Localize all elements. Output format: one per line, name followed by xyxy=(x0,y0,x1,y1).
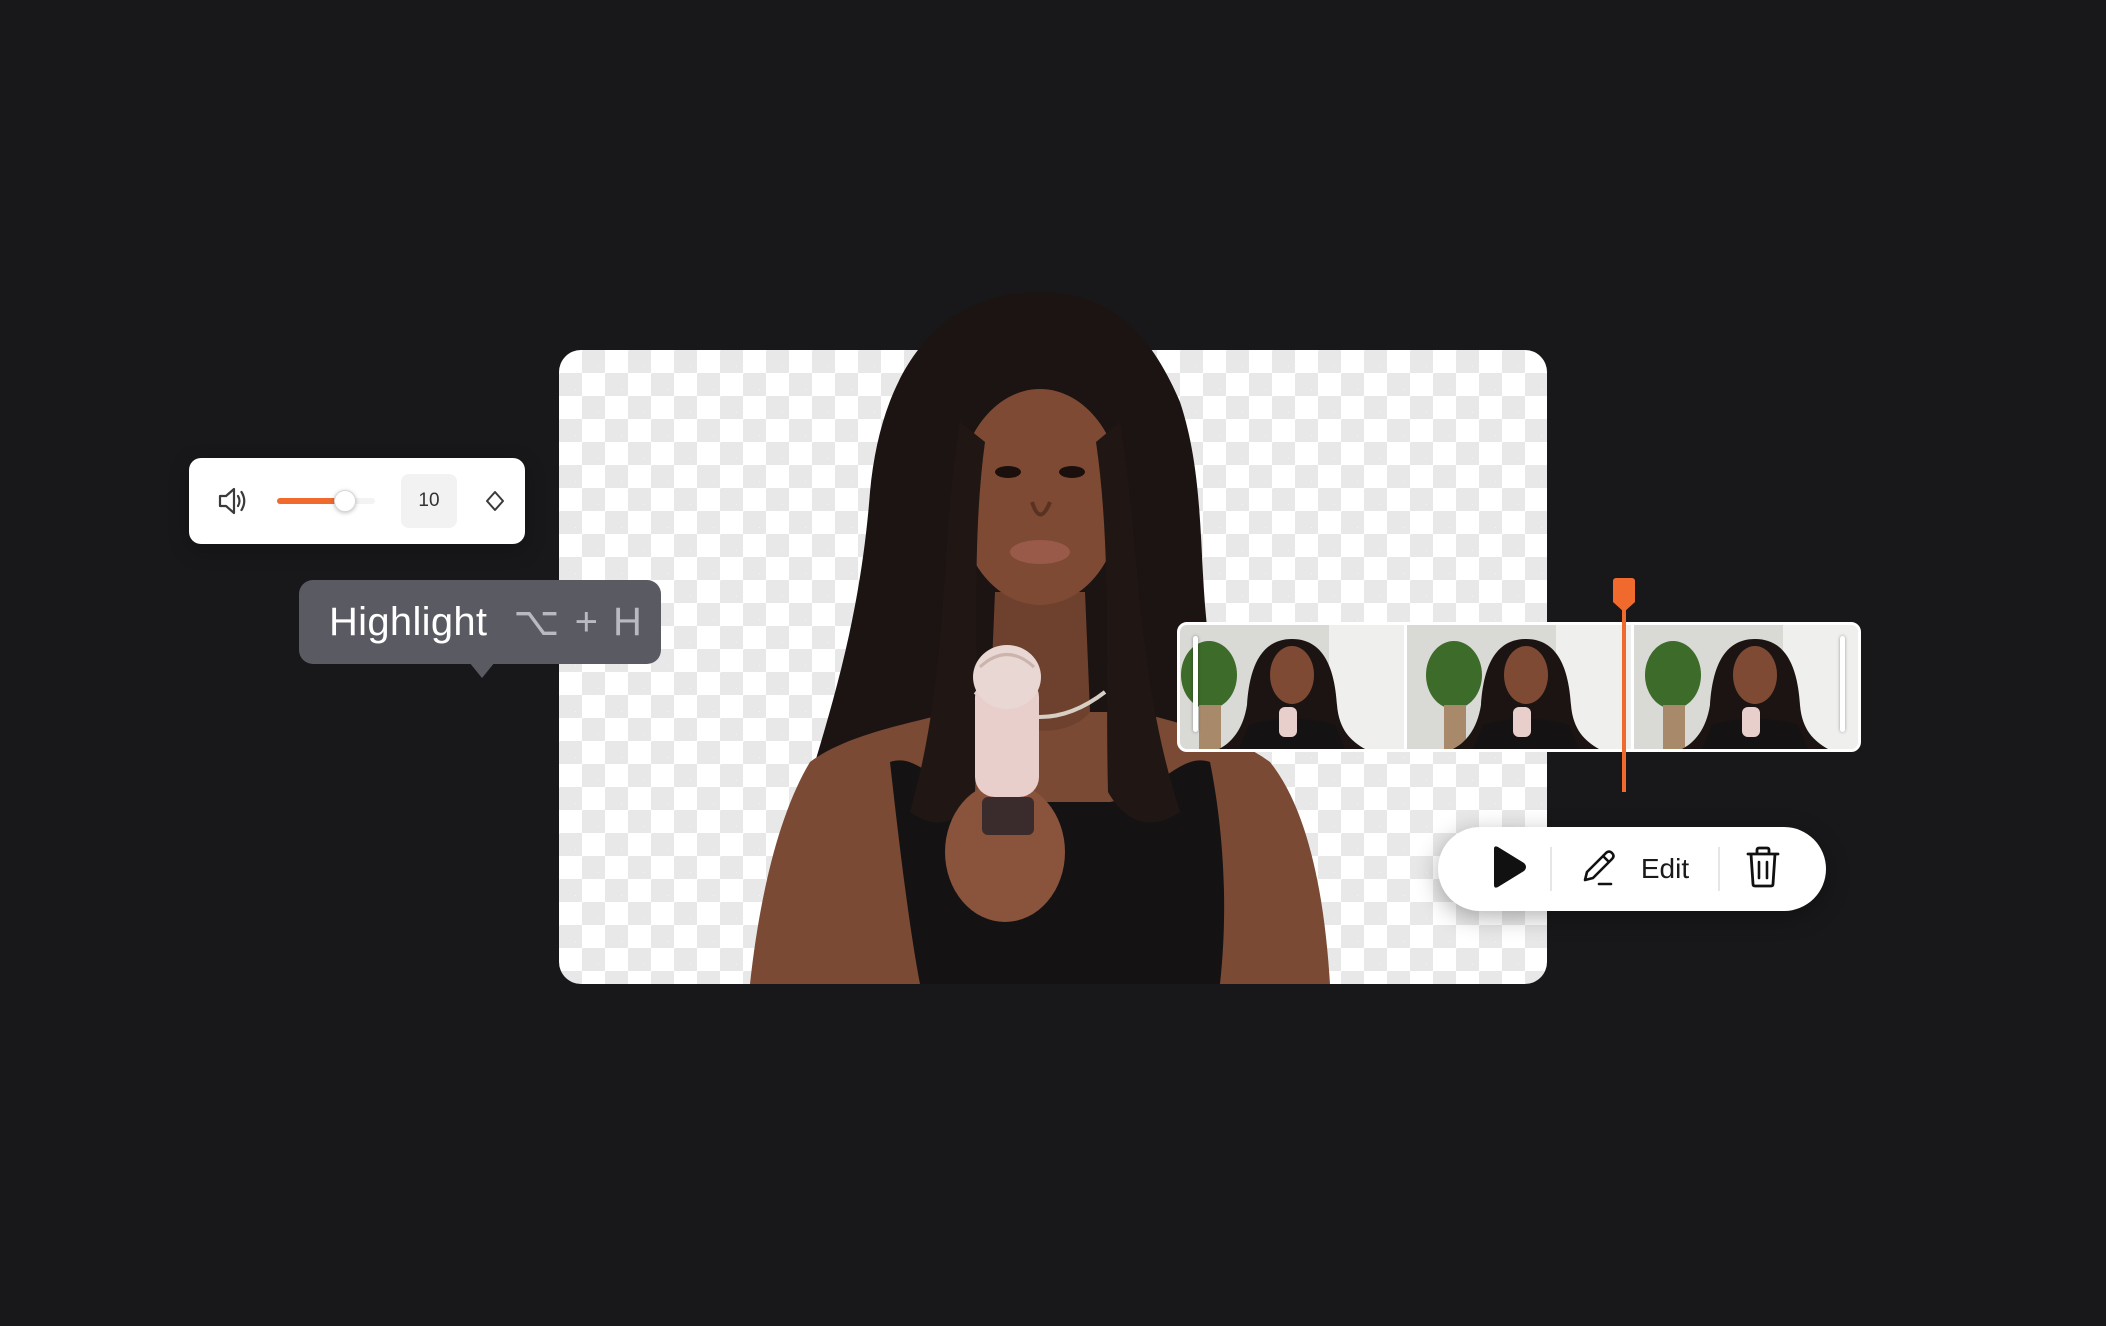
toolbar-separator xyxy=(1550,847,1552,891)
volume-slider[interactable] xyxy=(277,490,375,512)
timeline-trim-handle-right[interactable] xyxy=(1840,636,1845,732)
playhead-line xyxy=(1621,606,1626,792)
playhead-handle[interactable] xyxy=(1612,578,1635,612)
tooltip-label: Highlight xyxy=(329,599,488,644)
volume-value-input[interactable] xyxy=(401,474,457,528)
volume-panel xyxy=(189,458,525,544)
playhead[interactable] xyxy=(1612,578,1635,792)
timeline-trim-handle-left[interactable] xyxy=(1193,636,1198,732)
clip-action-toolbar: Edit xyxy=(1438,827,1826,911)
edit-button-label: Edit xyxy=(1640,853,1690,884)
timeline-clip[interactable] xyxy=(1177,622,1861,752)
edit-button[interactable]: Edit xyxy=(1568,827,1698,911)
timeline-frame xyxy=(1180,625,1407,749)
play-button[interactable] xyxy=(1478,827,1538,911)
diamond-keyframe-icon[interactable] xyxy=(485,490,505,512)
pencil-icon xyxy=(1577,846,1619,893)
toolbar-separator xyxy=(1718,847,1720,891)
speaker-icon[interactable] xyxy=(217,486,249,516)
tooltip-shortcut: ⌥ + H xyxy=(513,600,644,644)
volume-slider-thumb[interactable] xyxy=(333,490,356,512)
timeline-frame xyxy=(1407,625,1634,749)
timeline-frame xyxy=(1634,625,1858,749)
play-icon xyxy=(1488,845,1528,894)
highlight-tooltip: Highlight ⌥ + H xyxy=(299,580,661,678)
trash-icon xyxy=(1744,845,1782,894)
delete-button[interactable] xyxy=(1728,827,1798,911)
